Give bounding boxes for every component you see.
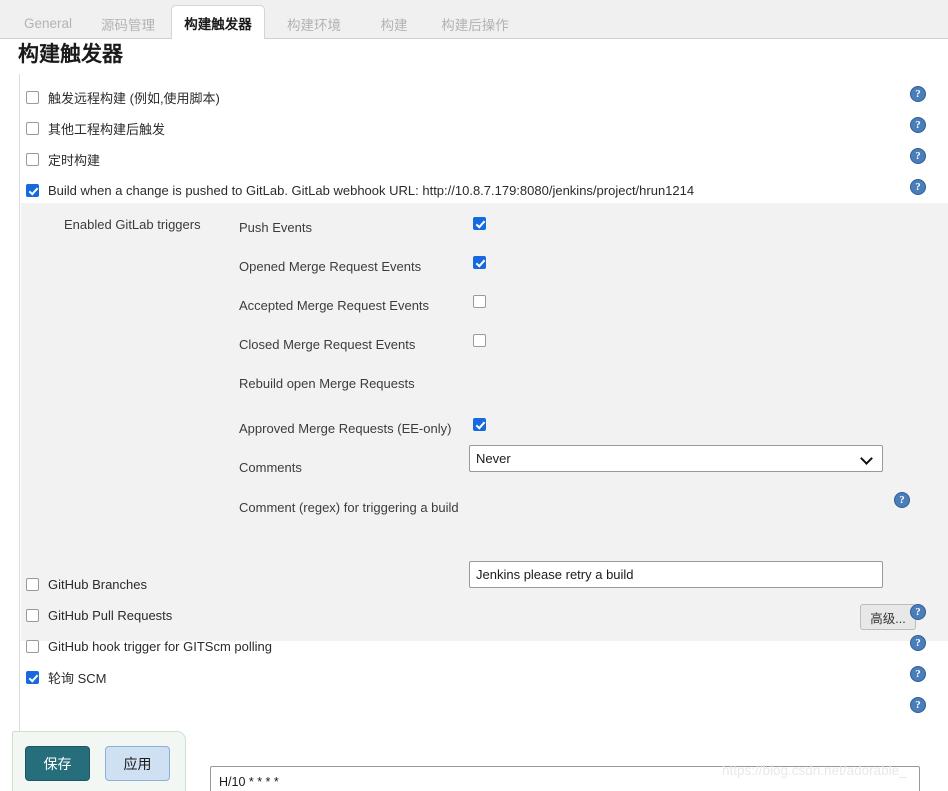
trigger-gitlab-push-label: Build when a change is pushed to GitLab.… bbox=[48, 182, 695, 198]
help-icon-gitlab-push[interactable]: ? bbox=[910, 179, 926, 195]
checkbox-github-pull-requests[interactable] bbox=[26, 608, 39, 622]
page-title: 构建触发器 bbox=[18, 43, 123, 66]
checkbox-trigger-after-other-projects[interactable] bbox=[26, 121, 39, 135]
gitlab-row-accepted-mr: Accepted Merge Request Events bbox=[239, 295, 429, 315]
gitlab-row-closed-mr: Closed Merge Request Events bbox=[239, 334, 415, 354]
tab-post-build[interactable]: 构建后操作 bbox=[428, 8, 522, 39]
tab-build-env[interactable]: 构建环境 bbox=[274, 8, 354, 39]
gitlab-comment-regex-label: Comment (regex) for triggering a build bbox=[239, 499, 459, 515]
gitlab-row-rebuild-open-mr: Rebuild open Merge Requests bbox=[239, 373, 415, 393]
trigger-github-pull-requests[interactable]: GitHub Pull Requests bbox=[20, 605, 948, 625]
checkbox-push-events[interactable] bbox=[473, 217, 486, 230]
help-icon-remote-build[interactable]: ? bbox=[910, 86, 926, 102]
gitlab-section-label: Enabled GitLab triggers bbox=[64, 217, 201, 232]
trigger-github-pull-requests-label: GitHub Pull Requests bbox=[48, 607, 173, 623]
gitlab-row-opened-mr: Opened Merge Request Events bbox=[239, 256, 421, 276]
help-icon-schedule[interactable]: ? bbox=[910, 697, 926, 713]
help-icon-after-other-projects[interactable]: ? bbox=[910, 117, 926, 133]
trigger-poll-scm[interactable]: 轮询 SCM bbox=[20, 667, 948, 687]
tab-build[interactable]: 构建 bbox=[368, 8, 420, 39]
help-icon-poll-scm[interactable]: ? bbox=[910, 666, 926, 682]
config-tabbar: General 源码管理 构建触发器 构建环境 构建 构建后操作 bbox=[0, 0, 948, 39]
checkbox-poll-scm[interactable] bbox=[26, 670, 39, 684]
gitlab-accepted-mr-label: Accepted Merge Request Events bbox=[239, 297, 430, 313]
trigger-github-branches[interactable]: GitHub Branches bbox=[20, 574, 948, 594]
build-triggers-form: 触发远程构建 (例如,使用脚本) 其他工程构建后触发 定时构建 Build wh… bbox=[19, 74, 948, 791]
trigger-remote-build-label: 触发远程构建 (例如,使用脚本) bbox=[48, 90, 220, 106]
tab-build-triggers[interactable]: 构建触发器 bbox=[171, 5, 265, 39]
help-icon-build-periodically[interactable]: ? bbox=[910, 148, 926, 164]
trigger-github-hook-gitscm-label: GitHub hook trigger for GITScm polling bbox=[48, 638, 272, 654]
gitlab-comments-label: Comments bbox=[239, 459, 302, 475]
checkbox-github-branches[interactable] bbox=[26, 577, 39, 591]
gitlab-row-push-events: Push Events bbox=[239, 217, 312, 237]
trigger-build-periodically-label: 定时构建 bbox=[48, 152, 101, 168]
checkbox-trigger-remote-build[interactable] bbox=[26, 90, 39, 104]
checkbox-trigger-build-periodically[interactable] bbox=[26, 152, 39, 166]
trigger-gitlab-push[interactable]: Build when a change is pushed to GitLab.… bbox=[20, 180, 948, 200]
save-button[interactable]: 保存 bbox=[25, 746, 90, 781]
tab-source-code[interactable]: 源码管理 bbox=[88, 8, 168, 39]
checkbox-opened-merge-request-events[interactable] bbox=[473, 256, 486, 269]
gitlab-push-events-label: Push Events bbox=[239, 219, 312, 235]
trigger-github-hook-gitscm[interactable]: GitHub hook trigger for GITScm polling bbox=[20, 636, 948, 656]
rebuild-open-merge-requests-select[interactable]: NeverOn push to source branchOn push to … bbox=[469, 445, 883, 472]
trigger-remote-build[interactable]: 触发远程构建 (例如,使用脚本) bbox=[20, 87, 948, 107]
help-icon-comment-regex[interactable]: ? bbox=[894, 492, 910, 508]
gitlab-opened-mr-label: Opened Merge Request Events bbox=[239, 258, 422, 274]
checkbox-accepted-merge-request-events[interactable] bbox=[473, 295, 486, 308]
apply-button[interactable]: 应用 bbox=[105, 746, 170, 781]
help-icon-github-hook-gitscm[interactable]: ? bbox=[910, 635, 926, 651]
tab-general[interactable]: General bbox=[18, 8, 78, 39]
trigger-after-other-projects[interactable]: 其他工程构建后触发 bbox=[20, 118, 948, 138]
gitlab-row-comments: Comments bbox=[239, 457, 302, 477]
trigger-after-other-projects-label: 其他工程构建后触发 bbox=[48, 121, 166, 137]
gitlab-rebuild-open-mr-label: Rebuild open Merge Requests bbox=[239, 375, 415, 391]
trigger-build-periodically[interactable]: 定时构建 bbox=[20, 149, 948, 169]
trigger-github-branches-label: GitHub Branches bbox=[48, 576, 147, 592]
watermark-text: https://blog.csdn.net/adorable_ bbox=[722, 763, 907, 778]
checkbox-trigger-gitlab-push[interactable] bbox=[26, 183, 39, 197]
form-action-bar: 保存 应用 bbox=[12, 731, 186, 791]
checkbox-github-hook-gitscm[interactable] bbox=[26, 639, 39, 653]
gitlab-row-approved-mr: Approved Merge Requests (EE-only) bbox=[239, 418, 451, 438]
checkbox-closed-merge-request-events[interactable] bbox=[473, 334, 486, 347]
gitlab-row-comment-regex: Comment (regex) for triggering a build bbox=[239, 497, 459, 517]
jenkins-config-page: General 源码管理 构建触发器 构建环境 构建 构建后操作 构建触发器 触… bbox=[0, 0, 948, 791]
gitlab-approved-mr-label: Approved Merge Requests (EE-only) bbox=[239, 420, 452, 436]
gitlab-closed-mr-label: Closed Merge Request Events bbox=[239, 336, 416, 352]
trigger-poll-scm-label: 轮询 SCM bbox=[48, 670, 107, 686]
help-icon-github-pull-requests[interactable]: ? bbox=[910, 604, 926, 620]
checkbox-approved-merge-requests[interactable] bbox=[473, 418, 486, 431]
